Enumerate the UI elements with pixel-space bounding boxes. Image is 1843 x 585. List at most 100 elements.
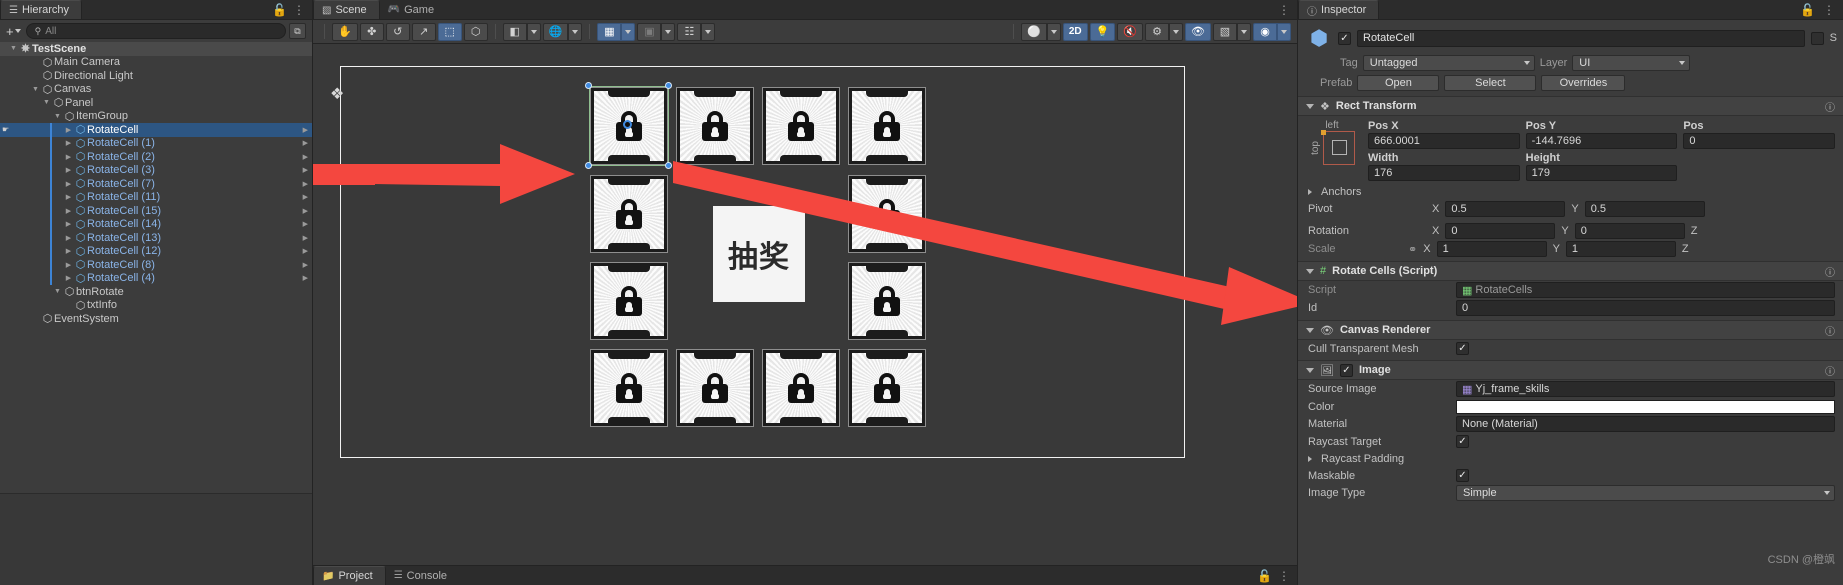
image-enabled-checkbox[interactable]: ✓ bbox=[1339, 363, 1353, 377]
row-expand-chevron-icon[interactable]: ▶ bbox=[303, 139, 308, 147]
component-help-icons[interactable]: ⓘ bbox=[1825, 264, 1835, 279]
grid-dropdown-icon[interactable] bbox=[621, 22, 636, 41]
hierarchy-row-rotatecell-11[interactable]: ▶ ⬡ RotateCell (11) ▶ bbox=[0, 190, 312, 204]
hierarchy-row-rotatecell[interactable]: ☛ ▶ ⬡ RotateCell ▶ bbox=[0, 123, 312, 137]
component-help-icons[interactable]: ⓘ bbox=[1825, 363, 1835, 378]
id-input[interactable]: 0 bbox=[1456, 300, 1835, 316]
cell-r4c1[interactable] bbox=[591, 350, 667, 426]
cell-r2c4[interactable] bbox=[849, 176, 925, 252]
tab-scene[interactable]: ▧ Scene bbox=[313, 0, 380, 19]
tab-hierarchy[interactable]: ☰ Hierarchy bbox=[0, 0, 83, 19]
ruler-icon[interactable]: ☷ bbox=[677, 22, 702, 41]
hierarchy-row-rotatecell-13[interactable]: ▶ ⬡ RotateCell (13) ▶ bbox=[0, 231, 312, 245]
shaded-icon[interactable]: ⚪ bbox=[1021, 22, 1047, 41]
foldout-arrow-closed[interactable]: ▶ bbox=[63, 180, 74, 188]
hierarchy-row-rotatecell-4[interactable]: ▶ ⬡ RotateCell (4) ▶ bbox=[0, 271, 312, 285]
gameobject-enabled-checkbox[interactable]: ✓ bbox=[1338, 31, 1351, 45]
foldout-arrow-open[interactable]: ▼ bbox=[30, 86, 41, 93]
anchor-preset-box[interactable] bbox=[1321, 129, 1355, 165]
foldout-arrow[interactable] bbox=[1308, 188, 1312, 195]
resize-handle-1[interactable] bbox=[664, 81, 672, 89]
scale-y-input[interactable]: 1 bbox=[1565, 241, 1676, 257]
raycast-target-checkbox[interactable]: ✓ bbox=[1456, 435, 1469, 448]
width-input[interactable]: 176 bbox=[1368, 165, 1520, 181]
hierarchy-row-rotatecell-14[interactable]: ▶ ⬡ RotateCell (14) ▶ bbox=[0, 217, 312, 231]
global-icon[interactable]: 🌐 bbox=[542, 22, 569, 41]
foldout-arrow-closed[interactable]: ▶ bbox=[63, 220, 74, 228]
rotate-tool-button[interactable]: ↺ bbox=[385, 22, 410, 41]
cell-r1c4[interactable] bbox=[849, 88, 925, 164]
pos-x-input[interactable]: 666.0001 bbox=[1368, 133, 1520, 149]
foldout-arrow-open[interactable]: ▼ bbox=[52, 288, 63, 295]
hierarchy-view-options-button[interactable]: ⧉ bbox=[289, 23, 306, 39]
tab-project[interactable]: 📁 Project bbox=[313, 566, 386, 585]
cell-r1c3[interactable] bbox=[763, 88, 839, 164]
pivot-y-input[interactable]: 0.5 bbox=[1584, 201, 1705, 217]
resize-handle-0[interactable] bbox=[584, 81, 592, 89]
hierarchy-row-main-camera[interactable]: ⬡ Main Camera bbox=[0, 56, 312, 70]
hierarchy-row-eventsystem[interactable]: ⬡ EventSystem bbox=[0, 312, 312, 326]
anchors-foldout[interactable]: Anchors bbox=[1298, 183, 1843, 200]
move-gizmo-icon[interactable]: ❖ bbox=[330, 84, 344, 104]
layer-dropdown[interactable]: UI bbox=[1572, 55, 1691, 71]
gameobject-name-input[interactable]: RotateCell bbox=[1357, 29, 1805, 47]
camera-icon[interactable]: ▧ bbox=[1213, 22, 1237, 41]
row-expand-chevron-icon[interactable]: ▶ bbox=[303, 180, 308, 188]
foldout-arrow-open[interactable]: ▼ bbox=[41, 99, 52, 106]
component-help-icons[interactable]: ⓘ bbox=[1825, 99, 1835, 114]
hierarchy-row-canvas[interactable]: ▼ ⬡ Canvas bbox=[0, 83, 312, 97]
rect-tool-button[interactable]: ⬚ bbox=[437, 22, 462, 41]
row-expand-chevron-icon[interactable]: ▶ bbox=[303, 153, 308, 161]
color-swatch[interactable] bbox=[1456, 399, 1835, 414]
foldout-arrow[interactable] bbox=[1306, 103, 1314, 109]
cell-r4c3[interactable] bbox=[763, 350, 839, 426]
scale-tool-button[interactable]: ↗ bbox=[411, 22, 436, 41]
scale-x-input[interactable]: 1 bbox=[1436, 241, 1547, 257]
scene-viewport[interactable]: ❖ 抽奖 bbox=[313, 44, 1297, 565]
camera-dropdown-icon[interactable] bbox=[1237, 22, 1251, 41]
hierarchy-row-rotatecell-2[interactable]: ▶ ⬡ RotateCell (2) ▶ bbox=[0, 150, 312, 164]
light-icon[interactable]: 💡 bbox=[1089, 22, 1116, 41]
pos-y-input[interactable]: -144.7696 bbox=[1525, 133, 1678, 149]
project-menu-icon[interactable]: ⋮ bbox=[1278, 570, 1290, 582]
row-expand-chevron-icon[interactable]: ▶ bbox=[303, 166, 308, 174]
hierarchy-row-rotatecell-7[interactable]: ▶ ⬡ RotateCell (7) ▶ bbox=[0, 177, 312, 191]
resize-handle-3[interactable] bbox=[664, 161, 672, 169]
cell-r1c2[interactable] bbox=[677, 88, 753, 164]
row-expand-chevron-icon[interactable]: ▶ bbox=[303, 274, 308, 282]
row-expand-chevron-icon[interactable]: ▶ bbox=[303, 220, 308, 228]
snap-increment-icon[interactable]: ▣ bbox=[637, 22, 662, 41]
source-image-object-field[interactable]: ▦ Yj_frame_skills bbox=[1456, 381, 1835, 397]
pivot-x-input[interactable]: 0.5 bbox=[1445, 201, 1566, 217]
toggle-2d-button[interactable]: 2D bbox=[1062, 22, 1088, 41]
transform-tool-button[interactable]: ⬡ bbox=[463, 22, 488, 41]
pivot-dropdown-icon[interactable] bbox=[526, 22, 541, 41]
row-expand-chevron-icon[interactable]: ▶ bbox=[303, 247, 308, 255]
foldout-arrow-closed[interactable]: ▶ bbox=[63, 139, 74, 147]
foldout-arrow-closed[interactable]: ▶ bbox=[63, 207, 74, 215]
rotation-y-input[interactable]: 0 bbox=[1574, 223, 1685, 239]
hierarchy-row-panel[interactable]: ▼ ⬡ Panel bbox=[0, 96, 312, 110]
inspector-lock-icon[interactable]: 🔓 bbox=[1800, 4, 1815, 16]
cell-r3c4[interactable] bbox=[849, 263, 925, 339]
hierarchy-row-directional-light[interactable]: ⬡ Directional Light bbox=[0, 69, 312, 83]
foldout-arrow-open[interactable]: ▼ bbox=[52, 113, 63, 120]
row-expand-chevron-icon[interactable]: ▶ bbox=[303, 207, 308, 215]
hierarchy-row-itemgroup[interactable]: ▼ ⬡ ItemGroup bbox=[0, 110, 312, 124]
foldout-arrow-closed[interactable]: ▶ bbox=[63, 234, 74, 242]
hand-tool-button[interactable]: ✋ bbox=[332, 22, 358, 41]
hierarchy-row-rotatecell-15[interactable]: ▶ ⬡ RotateCell (15) ▶ bbox=[0, 204, 312, 218]
component-header-canvas-renderer[interactable]: 👁 Canvas Renderer ⓘ bbox=[1298, 320, 1843, 340]
foldout-arrow-closed[interactable]: ▶ bbox=[63, 126, 74, 134]
constrain-proportions-icon[interactable]: ⚭ bbox=[1408, 243, 1417, 256]
component-header-rotate-cells[interactable]: # Rotate Cells (Script) ⓘ bbox=[1298, 261, 1843, 281]
cell-r3c1[interactable] bbox=[591, 263, 667, 339]
foldout-arrow-closed[interactable]: ▶ bbox=[63, 193, 74, 201]
project-lock-icon[interactable]: 🔓 bbox=[1257, 570, 1272, 582]
snap-dropdown-icon[interactable] bbox=[661, 22, 676, 41]
scene-menu-icon[interactable]: ⋮ bbox=[1278, 4, 1290, 16]
foldout-arrow-open[interactable]: ▼ bbox=[8, 45, 19, 52]
row-expand-chevron-icon[interactable]: ▶ bbox=[303, 126, 308, 134]
component-help-icons[interactable]: ⓘ bbox=[1825, 323, 1835, 338]
anchor-preset-widget[interactable]: left top bbox=[1304, 120, 1360, 181]
